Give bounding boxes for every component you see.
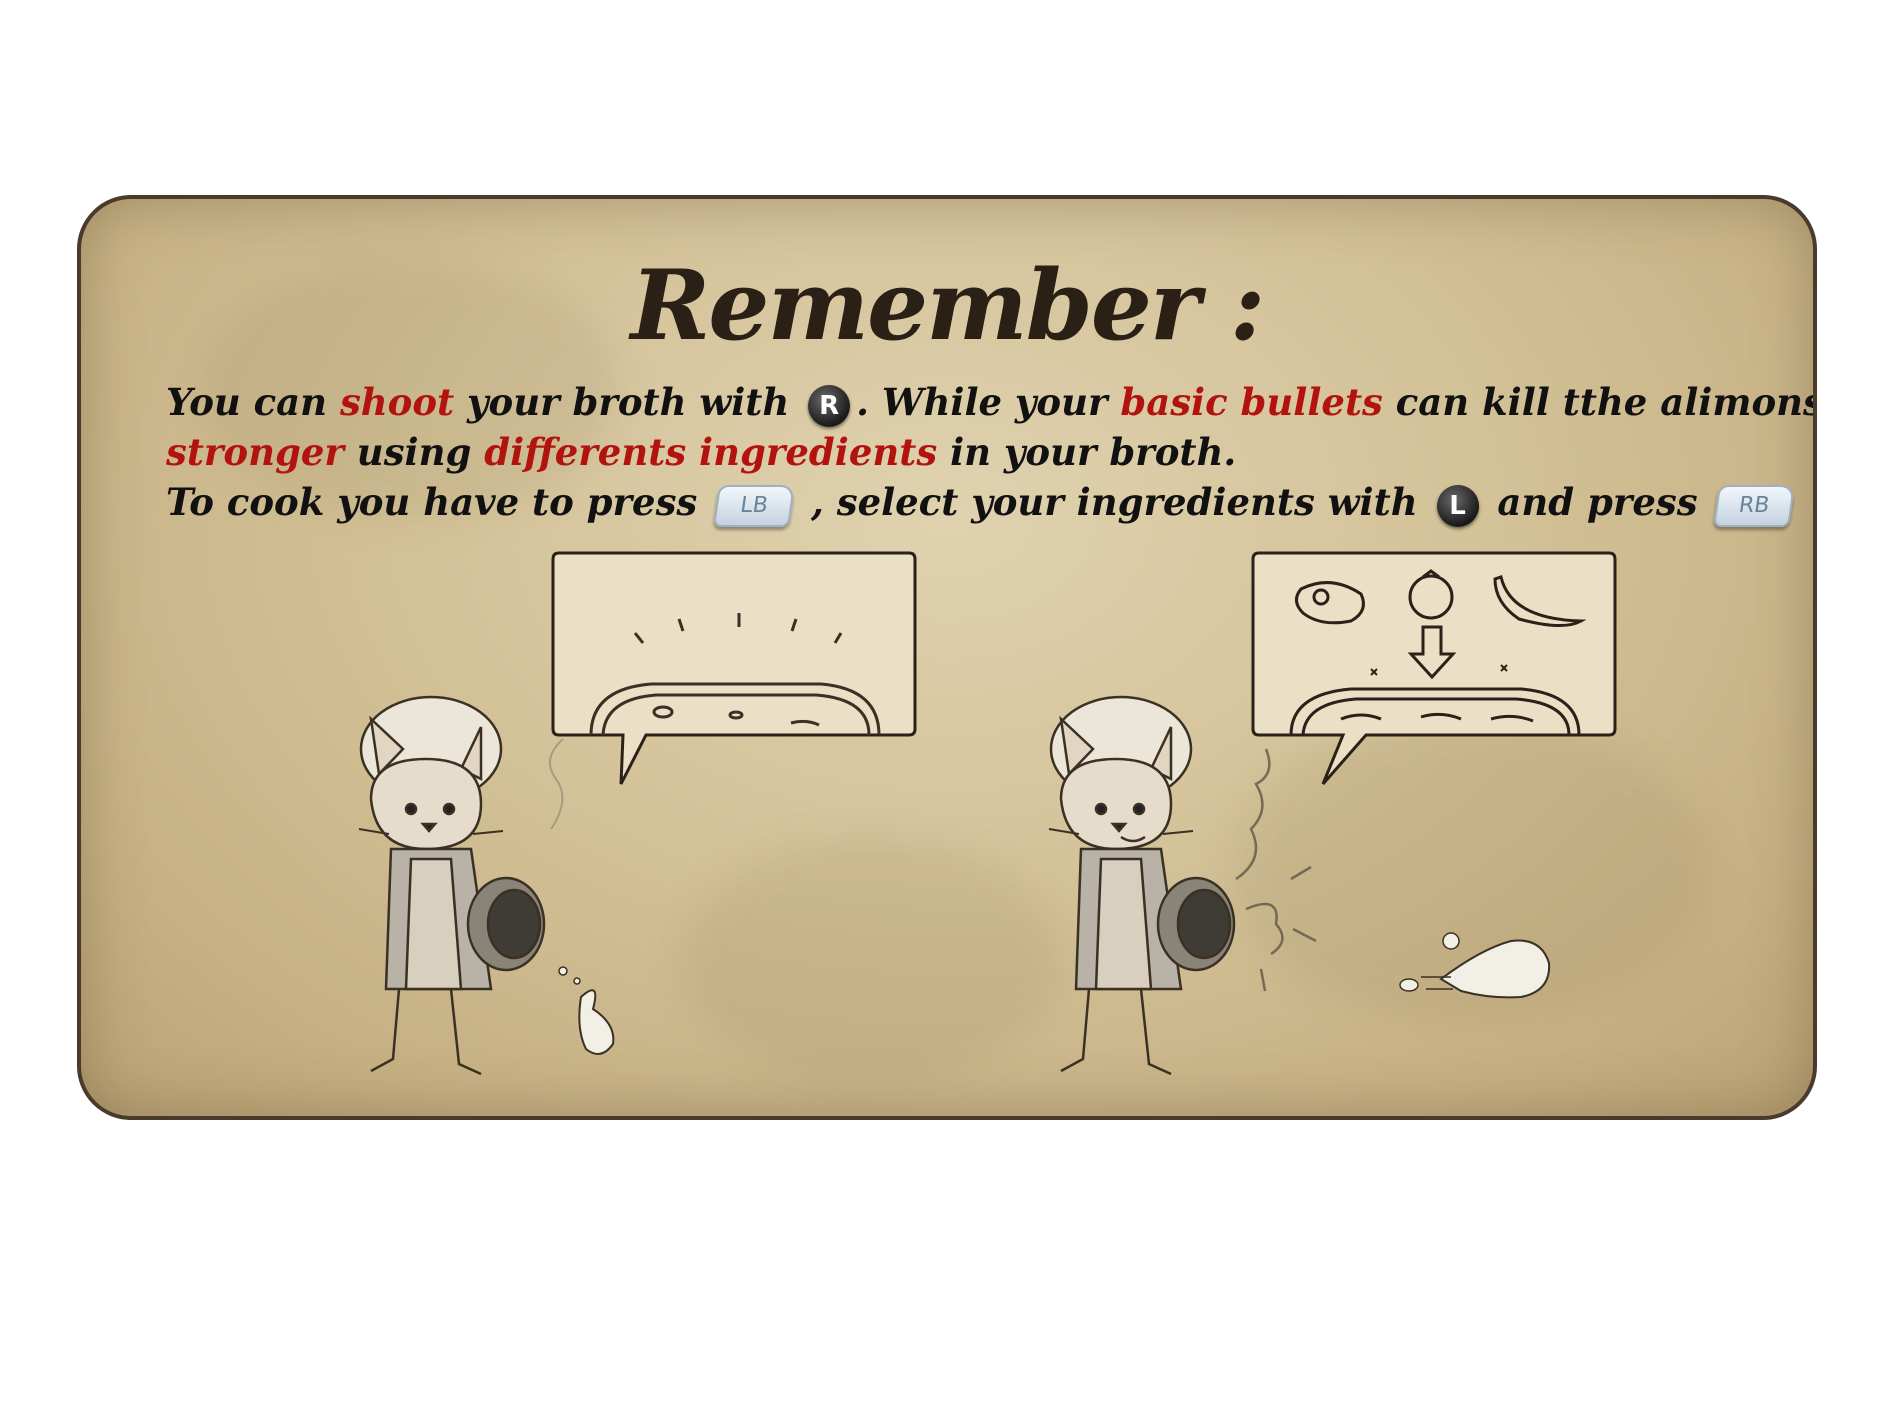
page-title: Remember : (630, 249, 1266, 362)
instruction-line-2: stronger using differents ingredients in… (166, 427, 1766, 477)
instruction-fragment: , select your ingredients with (798, 480, 1431, 524)
smoke-puff (1235, 748, 1317, 992)
chef-character-basic (358, 695, 615, 1076)
instructions-text: You can shoot your broth with R. While y… (166, 377, 1813, 527)
instruction-fragment: in your broth. (937, 430, 1237, 474)
highlight-stronger: stronger (166, 430, 344, 474)
tutorial-panel: Remember : You can shoot your broth with… (77, 195, 1817, 1120)
instruction-fragment: To cook you have to press (166, 480, 711, 524)
instruction-fragment: and press (1484, 480, 1711, 524)
l-stick-icon: L (1436, 484, 1479, 527)
instruction-line-1: You can shoot your broth with R. While y… (166, 377, 1813, 427)
instruction-fragment: to start cooking. (1798, 480, 1813, 524)
chef-character-ingredients (1048, 695, 1551, 1076)
instruction-line-3: To cook you have to press LB , select yo… (166, 477, 1813, 527)
highlight-basic-bullets: basic bullets (1120, 380, 1383, 424)
highlight-shoot: shoot (339, 380, 455, 424)
instruction-fragment: using (343, 430, 485, 474)
instruction-fragment: . While your (856, 380, 1121, 424)
lb-button-icon: LB (713, 484, 796, 527)
rb-button-icon: RB (1713, 484, 1796, 527)
highlight-ingredients: differents ingredients (484, 430, 938, 474)
instruction-fragment: your broth with (454, 380, 803, 424)
instruction-fragment: You can (166, 380, 340, 424)
r-button-icon: R (808, 384, 851, 427)
large-blob-projectile (1399, 932, 1551, 999)
small-drop-projectile (578, 989, 615, 1055)
instruction-fragment: can kill tthe alimonsters, you are way (1395, 380, 1813, 424)
